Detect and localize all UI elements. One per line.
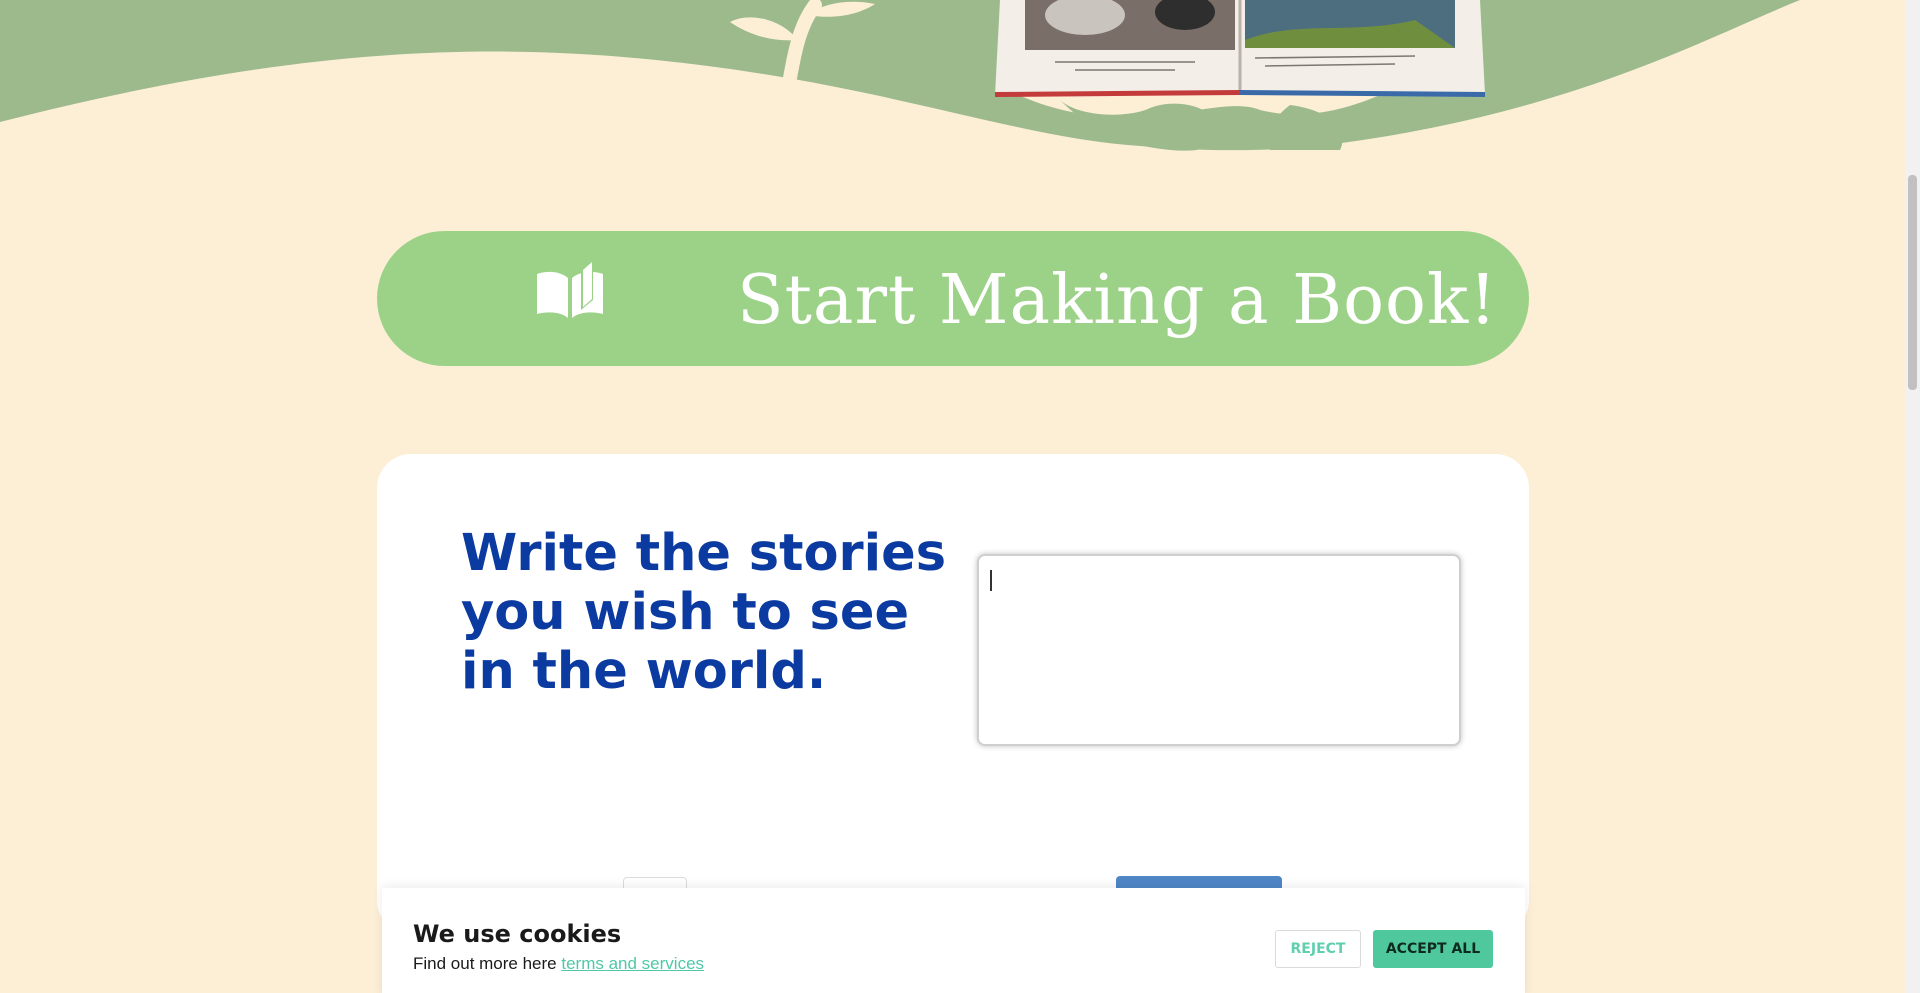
text-caret [990, 570, 992, 591]
cookie-subtext-prefix: Find out more here [413, 954, 557, 973]
cta-label: Start Making a Book! [737, 261, 1498, 340]
hero-background [0, 0, 1905, 160]
story-input[interactable] [977, 554, 1461, 746]
open-book-illustration [995, 0, 1485, 98]
terms-link[interactable]: terms and services [561, 954, 704, 973]
story-card-heading: Write the stories you wish to see in the… [461, 524, 947, 701]
scrollbar-thumb[interactable] [1908, 175, 1917, 390]
accept-all-button[interactable]: ACCEPT ALL [1373, 930, 1493, 968]
open-book-icon [535, 256, 605, 326]
story-card: Write the stories you wish to see in the… [377, 454, 1529, 934]
start-making-book-button[interactable]: Start Making a Book! [377, 231, 1529, 366]
cookie-banner: We use cookies Find out more here terms … [382, 888, 1525, 993]
reject-button[interactable]: REJECT [1275, 930, 1361, 968]
cookie-title: We use cookies [413, 920, 622, 948]
cookie-subtext: Find out more here terms and services [413, 954, 704, 974]
scrollbar-track[interactable] [1905, 0, 1920, 993]
